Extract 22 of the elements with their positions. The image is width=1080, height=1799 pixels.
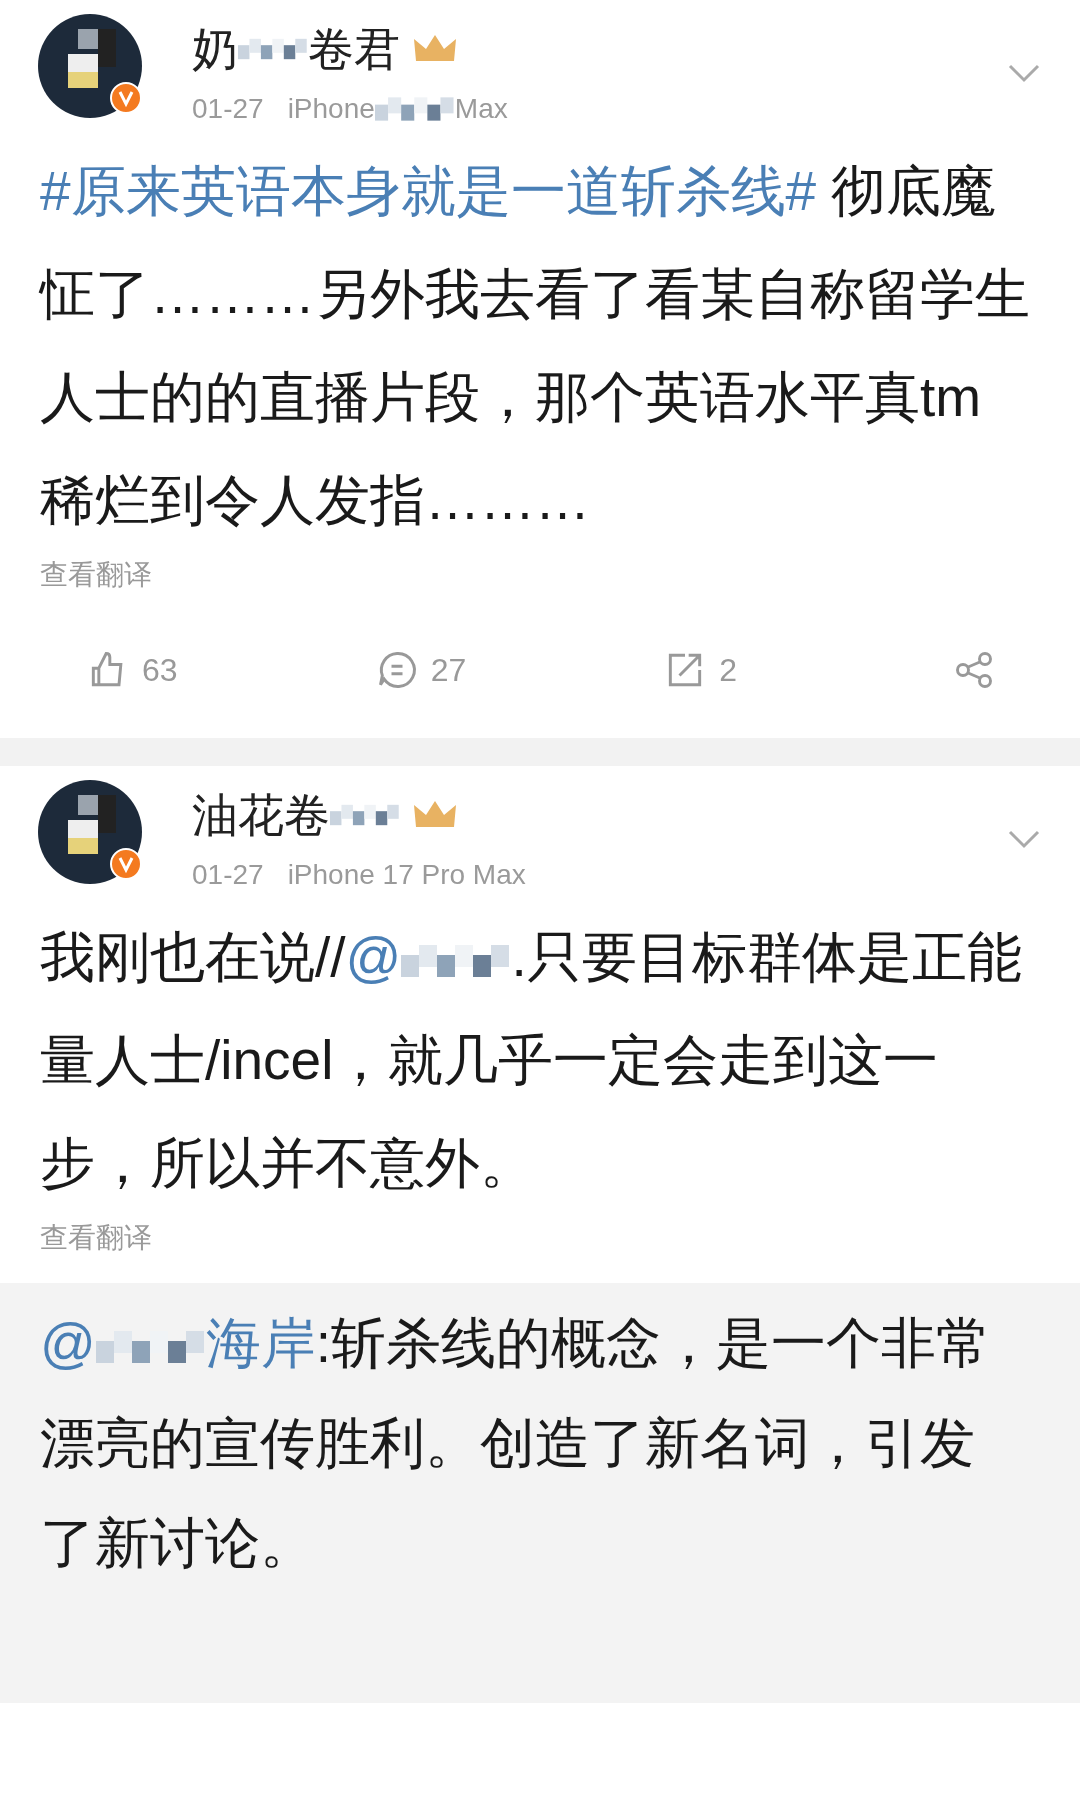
translate-link[interactable]: 查看翻译 [0,1217,1080,1259]
user-name[interactable]: 油花卷 [192,780,330,850]
post-date: 01-27 [192,92,264,126]
action-button[interactable]: 27 [374,646,515,694]
verified-icon [110,848,142,880]
link[interactable]: #原来英语本身就是一道斩杀线# [40,160,817,222]
link[interactable]: 海岸 [205,1312,316,1374]
translate-link[interactable]: 查看翻译 [0,554,1080,596]
link[interactable]: @ [40,1312,96,1374]
action-button[interactable]: 63 [86,646,226,694]
device-label: iPhone [287,92,375,126]
post-date: 01-27 [192,858,264,892]
link[interactable]: @ [345,926,402,988]
device-label: iPhone 17 Pro Max [287,858,526,892]
verified-icon [110,82,142,114]
user-name[interactable]: 奶 [192,14,238,84]
user-name[interactable]: 卷君 [308,14,400,84]
action-button[interactable]: 2 [663,646,804,694]
device-label: Max [454,92,508,126]
post-text: 我刚也在说//@ .只要目标群体是正能量人士/incel，就几乎一定会走到这一步，所以并不意外。 [39,925,1023,1196]
post-text: @ 海岸:斩杀线的概念，是一个非常漂亮的宣传胜利。创造了新名词，引发了新讨论。 [39,1311,993,1576]
post-text: #原来英语本身就是一道斩杀线# 彻底魔怔了………另外我去看了看某自称留学生人士的的直播片段，那个英语水平真tm稀烂到令人发指……… [37,159,1031,533]
